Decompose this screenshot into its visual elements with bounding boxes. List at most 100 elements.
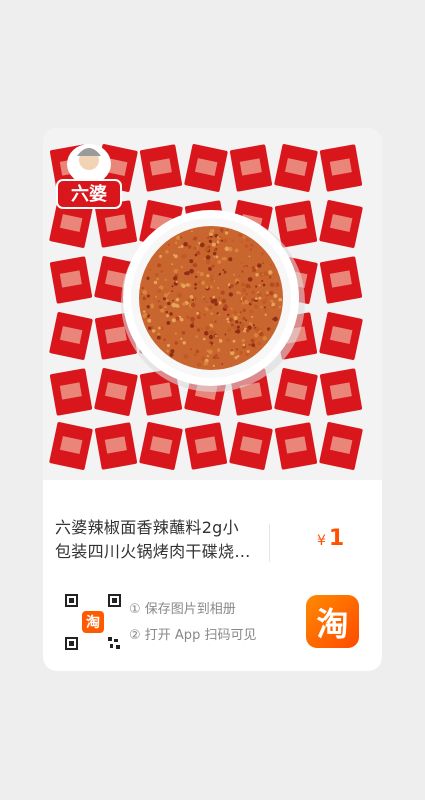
powder-speck [181,283,186,288]
powder-speck [244,299,249,305]
qr-code[interactable]: 淘 [64,593,122,651]
powder-speck [183,354,189,359]
powder-speck [167,292,171,295]
powder-speck [203,258,206,260]
powder-speck [194,283,197,286]
powder-speck [175,297,180,302]
powder-speck [171,263,174,266]
powder-speck [269,291,274,296]
powder-speck [181,254,186,259]
powder-speck [218,235,222,238]
powder-speck [171,302,177,308]
powder-speck [227,328,231,332]
powder-speck [195,275,198,279]
powder-speck [228,292,233,297]
powder-speck [234,330,238,333]
powder-speck [241,282,246,287]
powder-speck [185,271,190,276]
powder-speck [247,277,253,282]
powder-speck [232,273,235,276]
powder-speck [241,270,244,273]
powder-speck [229,283,234,288]
powder-speck [224,333,227,336]
powder-speck [212,355,217,360]
powder-speck [265,298,268,301]
powder-speck [272,305,276,309]
powder-speck [197,271,200,274]
powder-speck [189,348,192,350]
powder-speck [216,312,219,315]
powder-speck [163,338,166,341]
powder-speck [209,285,213,289]
powder-speck [248,255,251,258]
powder-speck [203,361,208,366]
powder-speck [231,314,234,317]
powder-speck [175,280,178,284]
powder-speck [193,246,198,250]
powder-speck [208,239,213,244]
powder-speck [182,341,186,345]
powder-speck [179,236,183,239]
powder-speck [245,352,250,357]
powder-speck [210,278,214,282]
powder-speck [175,235,181,240]
product-title[interactable]: 六婆辣椒面香辣蘸料2g小包装四川火锅烤肉干碟烧烤... [55,516,255,564]
powder-speck [209,323,213,327]
powder-speck [245,293,248,296]
powder-speck [222,256,227,261]
powder-speck [207,236,210,239]
powder-speck [236,281,239,284]
powder-speck [204,325,210,331]
taobao-app-icon[interactable]: 淘 [306,595,359,648]
powder-speck [205,285,209,289]
powder-speck [278,305,282,309]
powder-speck [218,297,221,299]
powder-speck [257,341,262,346]
powder-speck [201,327,203,330]
powder-speck [142,296,147,301]
powder-speck [249,310,253,314]
powder-speck [268,329,272,332]
powder-speck [180,318,184,322]
powder-speck [226,229,229,232]
powder-speck [231,239,234,242]
powder-speck [239,351,243,355]
powder-speck [204,307,207,310]
divider [269,524,270,562]
powder-speck [191,238,194,241]
powder-speck [239,300,242,303]
powder-speck [196,328,201,332]
powder-speck [245,264,249,268]
powder-speck [242,236,246,239]
powder-speck [248,343,252,347]
powder-speck [235,320,239,324]
powder-speck [194,287,197,290]
qr-center-icon: 淘 [86,614,100,631]
powder-speck [270,263,272,266]
powder-speck [236,290,240,295]
powder-speck [190,316,195,322]
powder-speck [157,332,161,336]
powder-speck [215,243,218,246]
powder-speck [156,277,160,281]
powder-speck [258,296,262,300]
powder-speck [158,305,163,310]
powder-speck [142,310,146,313]
powder-speck [170,349,175,354]
powder-speck [204,246,210,252]
powder-speck [251,315,254,318]
powder-speck [186,315,190,320]
powder-speck [149,268,152,271]
powder-speck [153,280,158,285]
powder-speck [205,255,211,260]
powder-speck [243,265,246,268]
powder-speck [157,288,162,293]
powder-speck [163,293,169,298]
powder-speck [183,241,188,247]
powder-speck [211,242,216,247]
powder-speck [208,334,214,340]
powder-speck [258,284,261,287]
share-card: 六婆 六婆辣椒面香辣蘸料2g小包装四川火锅烤肉干碟烧烤... ¥1 [43,128,382,671]
product-image[interactable]: 六婆 [43,128,382,480]
powder-speck [212,331,216,334]
